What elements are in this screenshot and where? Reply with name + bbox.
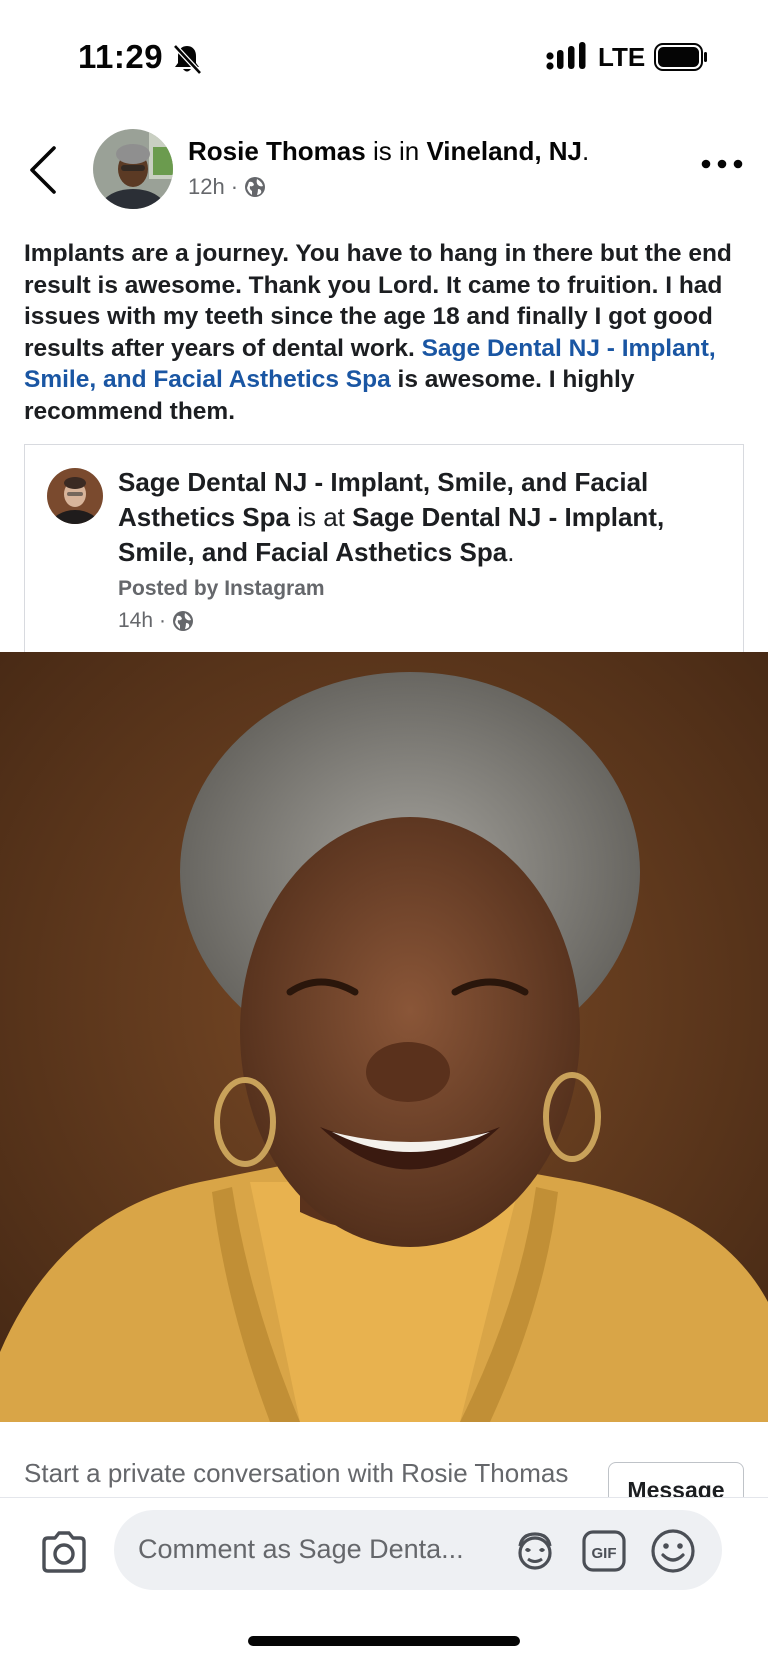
post-header: Rosie Thomas is in Vineland, NJ. 12h · <box>0 120 768 215</box>
battery-icon <box>654 43 707 71</box>
posted-by-label: Posted by Instagram <box>118 577 325 600</box>
shared-post-time[interactable]: 14h <box>118 609 153 633</box>
private-conversation-prompt: Start a private conversation with Rosie … <box>24 1458 569 1495</box>
author-avatar[interactable] <box>93 129 173 209</box>
bell-slash-icon <box>173 44 202 75</box>
is-in-text: is in <box>372 136 420 166</box>
emoji-icon[interactable] <box>650 1528 696 1574</box>
globe-icon <box>173 611 194 631</box>
gif-icon[interactable]: GIF <box>582 1530 626 1572</box>
page-avatar[interactable] <box>47 468 103 524</box>
status-bar: 11:29 LTE <box>0 0 768 110</box>
post-body: Implants are a journey. You have to hang… <box>24 238 752 427</box>
comment-input[interactable]: Comment as Sage Denta... GIF <box>114 1510 722 1590</box>
shared-post-meta: 14h · <box>118 609 194 633</box>
signal-icon <box>546 42 586 70</box>
comment-composer: Comment as Sage Denta... GIF <box>0 1497 768 1665</box>
shared-post-card[interactable]: Sage Dental NJ - Implant, Smile, and Fac… <box>24 444 744 654</box>
comment-placeholder: Comment as Sage Denta... <box>138 1534 464 1564</box>
home-indicator[interactable] <box>248 1636 520 1646</box>
meta-separator: · <box>230 174 239 199</box>
avatar-sticker-icon[interactable] <box>512 1528 558 1574</box>
shared-post-title: Sage Dental NJ - Implant, Smile, and Fac… <box>118 465 728 570</box>
is-at-text: is at <box>297 502 345 532</box>
camera-icon[interactable] <box>40 1530 88 1574</box>
post-meta: 12h · <box>188 174 266 200</box>
svg-text:GIF: GIF <box>592 1545 617 1562</box>
globe-icon <box>245 177 266 197</box>
location-suffix: . <box>582 136 590 166</box>
author-avatar-image <box>93 129 173 209</box>
more-options-icon[interactable] <box>700 156 744 172</box>
post-photo-image <box>0 652 768 1422</box>
back-arrow-icon[interactable] <box>24 142 64 198</box>
author-name[interactable]: Rosie Thomas <box>188 136 366 166</box>
network-type: LTE <box>598 42 646 72</box>
post-photo[interactable] <box>0 652 768 1422</box>
page-avatar-image <box>47 468 103 524</box>
post-time[interactable]: 12h <box>188 174 225 200</box>
location-link[interactable]: Vineland, NJ <box>426 136 582 166</box>
author-line: Rosie Thomas is in Vineland, NJ. <box>188 136 589 167</box>
status-time: 11:29 <box>78 38 164 75</box>
shared-meta-separator: · <box>159 609 167 632</box>
shared-place-suffix: . <box>507 537 515 567</box>
